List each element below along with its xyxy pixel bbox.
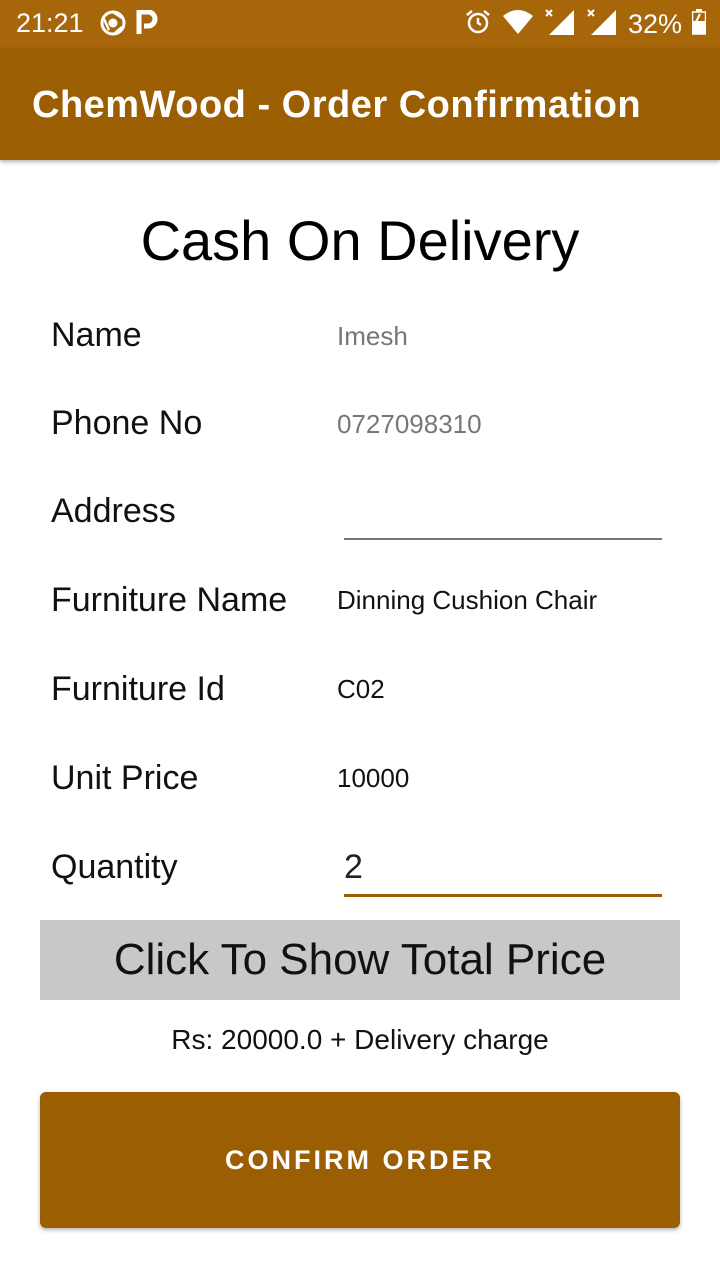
phone-value: 0727098310 xyxy=(337,409,482,439)
address-input[interactable] xyxy=(344,498,662,540)
unit-price-label: Unit Price xyxy=(51,759,199,797)
signal-icon xyxy=(544,8,576,41)
alarm-icon xyxy=(464,8,492,41)
status-bar: 21:21 32% xyxy=(0,0,720,48)
wifi-icon xyxy=(502,9,534,40)
battery-charging-icon xyxy=(691,9,707,40)
status-left-icons xyxy=(100,9,158,41)
quantity-input[interactable] xyxy=(344,848,662,897)
quantity-input-value: 2 xyxy=(344,848,363,886)
unit-price-value: 10000 xyxy=(337,763,410,793)
furniture-name-label: Furniture Name xyxy=(51,581,288,619)
address-label: Address xyxy=(51,492,176,530)
phone-label: Phone No xyxy=(51,404,203,442)
app-bar-title: ChemWood - Order Confirmation xyxy=(32,84,642,126)
app-bar: ChemWood - Order Confirmation xyxy=(0,48,720,160)
battery-percent: 32% xyxy=(627,9,682,39)
status-time: 21:21 xyxy=(16,8,84,38)
status-right: 32% xyxy=(464,8,707,41)
name-value: Imesh xyxy=(337,321,408,351)
signal-icon xyxy=(586,8,618,41)
furniture-id-label: Furniture Id xyxy=(51,670,225,708)
furniture-id-value: C02 xyxy=(337,674,385,704)
quantity-label: Quantity xyxy=(51,848,178,886)
show-total-price-button[interactable]: Click To Show Total Price xyxy=(40,920,680,1000)
total-price-text: Rs: 20000.0 + Delivery charge xyxy=(171,1024,549,1055)
confirm-order-button[interactable]: CONFIRM ORDER xyxy=(40,1092,680,1228)
page-heading: Cash On Delivery xyxy=(140,209,580,272)
parking-icon xyxy=(136,9,158,41)
name-label: Name xyxy=(51,316,142,354)
chrome-icon xyxy=(100,10,126,41)
furniture-name-value: Dinning Cushion Chair xyxy=(337,585,598,615)
